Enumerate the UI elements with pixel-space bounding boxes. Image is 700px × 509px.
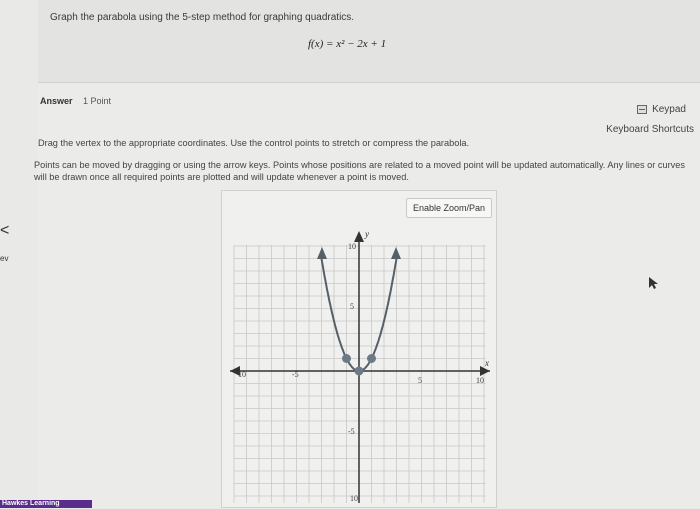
graph-canvas[interactable]: x y 10 -5 5 10 10 5 -5 10 [222, 191, 498, 509]
x-tick-10: 10 [476, 376, 484, 385]
x-axis-label: x [484, 358, 489, 368]
hawkes-learning-logo: Hawkes Learning [2, 500, 60, 507]
y-tick-5: 5 [350, 302, 354, 311]
y-tick-10: 10 [348, 242, 356, 251]
function-equation: f(x) = x² − 2x + 1 [308, 38, 387, 50]
x-tick-5: 5 [418, 376, 422, 385]
points-label: 1 Point [83, 96, 112, 106]
question-instruction: Graph the parabola using the 5-step meth… [50, 12, 355, 23]
keypad-icon [637, 105, 648, 114]
x-tick-neg5: -5 [292, 370, 299, 379]
question-panel: Graph the parabola using the 5-step meth… [38, 0, 700, 83]
y-axis-label: y [364, 229, 369, 239]
keypad-label: Keypad [652, 104, 686, 115]
graph-panel: Enable Zoom/Pan x y 10 -5 5 10 10 5 -5 1… [221, 190, 497, 508]
vertex-point[interactable] [354, 366, 364, 376]
footer-brand-bar: Hawkes Learning [0, 500, 92, 508]
points-note: Points can be moved by dragging or using… [34, 160, 685, 182]
keyboard-shortcuts-link[interactable]: Keyboard Shortcuts [606, 124, 694, 135]
mouse-cursor-icon [649, 277, 658, 289]
previous-arrow-icon[interactable]: < [0, 222, 9, 240]
control-point-right[interactable] [367, 354, 376, 363]
keypad-button[interactable]: Keypad [637, 104, 686, 115]
answer-header: Answer 1 Point [40, 96, 111, 106]
control-point-left[interactable] [342, 354, 351, 363]
y-tick-neg10: 10 [350, 494, 358, 503]
y-tick-neg5: -5 [348, 427, 355, 436]
drag-instruction: Drag the vertex to the appropriate coord… [38, 138, 470, 148]
x-tick-neg10: 10 [238, 370, 246, 379]
previous-label[interactable]: ev [0, 254, 8, 263]
answer-label: Answer [40, 96, 73, 106]
